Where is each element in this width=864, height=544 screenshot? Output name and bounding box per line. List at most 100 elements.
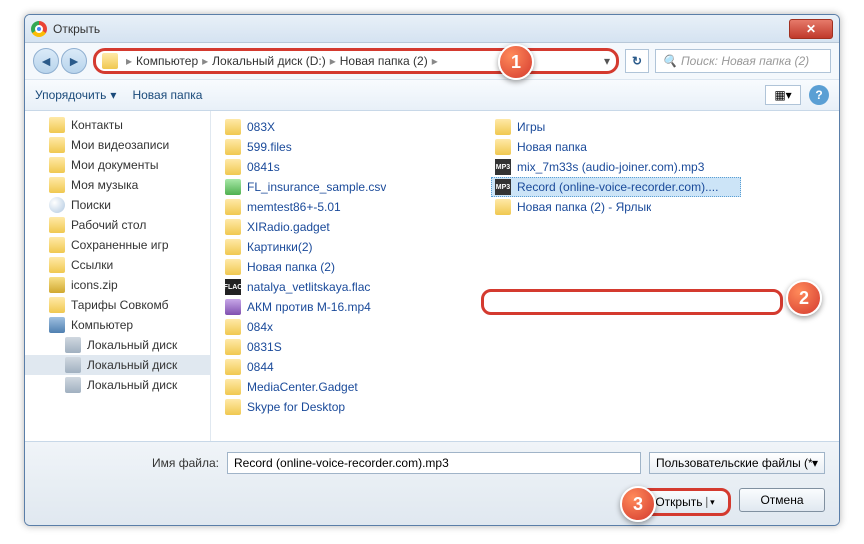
filename-input[interactable] <box>227 452 641 474</box>
folder-icon <box>49 117 65 133</box>
file-item[interactable]: 0831S <box>221 337 471 357</box>
sidebar-item[interactable]: Компьютер <box>25 315 210 335</box>
file-item[interactable]: 083X <box>221 117 471 137</box>
cancel-button[interactable]: Отмена <box>739 488 825 512</box>
folder-icon <box>225 239 241 255</box>
search-icon <box>49 197 65 213</box>
breadcrumb[interactable]: ▸ Компьютер ▸ Локальный диск (D:) ▸ Нова… <box>93 48 619 74</box>
nav-arrows: ◄ ► <box>33 48 87 74</box>
sidebar-item-label: Компьютер <box>71 318 133 332</box>
file-item[interactable]: MediaCenter.Gadget <box>221 377 471 397</box>
mp4-icon <box>225 299 241 315</box>
file-label: mix_7m33s (audio-joiner.com).mp3 <box>517 160 704 174</box>
breadcrumb-seg[interactable]: Локальный диск (D:) <box>212 54 326 68</box>
file-item[interactable]: memtest86+-5.01 <box>221 197 471 217</box>
file-label: 0831S <box>247 340 282 354</box>
breadcrumb-seg[interactable]: Новая папка (2) <box>340 54 428 68</box>
chevron-icon: ▸ <box>126 54 132 68</box>
sidebar-item-label: Локальный диск <box>87 378 177 392</box>
sidebar-item[interactable]: Локальный диск <box>25 335 210 355</box>
file-label: Новая папка (2) <box>247 260 335 274</box>
search-input[interactable]: 🔍 Поиск: Новая папка (2) <box>655 49 831 73</box>
file-item[interactable]: Новая папка (2) - Ярлык <box>491 197 741 217</box>
sidebar-item[interactable]: Локальный диск <box>25 355 210 375</box>
sidebar-item[interactable]: Сохраненные игр <box>25 235 210 255</box>
file-item[interactable]: 0844 <box>221 357 471 377</box>
file-item[interactable]: MP3 Record (online-voice-recorder.com)...… <box>491 177 741 197</box>
chrome-icon <box>31 21 47 37</box>
sidebar-item-label: Рабочий стол <box>71 218 146 232</box>
disk-icon <box>65 337 81 353</box>
sidebar-item-label: Поиски <box>71 198 111 212</box>
chevron-icon: ▸ <box>432 54 438 68</box>
back-button[interactable]: ◄ <box>33 48 59 74</box>
sidebar-item[interactable]: Мои документы <box>25 155 210 175</box>
help-button[interactable]: ? <box>809 85 829 105</box>
sidebar-item[interactable]: Контакты <box>25 115 210 135</box>
body: Контакты Мои видеозаписи Мои документы Моя … <box>25 111 839 441</box>
file-label: natalya_vetlitskaya.flac <box>247 280 370 294</box>
filetype-filter[interactable]: Пользовательские файлы (*.w ▾ <box>649 452 825 474</box>
callout-1: 1 <box>498 44 534 80</box>
file-item[interactable]: Skype for Desktop <box>221 397 471 417</box>
sidebar-item-label: Мои документы <box>71 158 158 172</box>
file-item[interactable]: 599.files <box>221 137 471 157</box>
sidebar-item-label: Мои видеозаписи <box>71 138 169 152</box>
refresh-button[interactable]: ↻ <box>625 49 649 73</box>
file-item[interactable]: MP3mix_7m33s (audio-joiner.com).mp3 <box>491 157 741 177</box>
file-item[interactable]: 084x <box>221 317 471 337</box>
file-pane[interactable]: 083X 599.files 0841s FL_insurance_sample.cs… <box>211 111 839 441</box>
folder-icon <box>225 119 241 135</box>
titlebar: Открыть ✕ <box>25 15 839 43</box>
disk-icon <box>65 377 81 393</box>
organize-menu[interactable]: Упорядочить ▾ <box>35 88 116 102</box>
chevron-icon: ▸ <box>202 54 208 68</box>
flac-icon: FLAC <box>225 279 241 295</box>
file-item[interactable]: FLAC natalya_vetlitskaya.flac <box>221 277 471 297</box>
sidebar-item[interactable]: icons.zip <box>25 275 210 295</box>
file-label: 084x <box>247 320 273 334</box>
navbar: ◄ ► ▸ Компьютер ▸ Локальный диск (D:) ▸ … <box>25 43 839 79</box>
file-label: FL_insurance_sample.csv <box>247 180 386 194</box>
close-button[interactable]: ✕ <box>789 19 833 39</box>
sidebar-item[interactable]: Локальный диск <box>25 375 210 395</box>
sidebar-item-label: Локальный диск <box>87 338 177 352</box>
sidebar-item-label: Сохраненные игр <box>71 238 169 252</box>
file-label: memtest86+-5.01 <box>247 200 341 214</box>
file-item[interactable]: Новая папка <box>491 137 741 157</box>
sidebar-item[interactable]: Рабочий стол <box>25 215 210 235</box>
view-button[interactable]: ▦▾ <box>765 85 801 105</box>
folder-icon <box>49 257 65 273</box>
file-label: Картинки(2) <box>247 240 313 254</box>
sidebar-item[interactable]: Мои видеозаписи <box>25 135 210 155</box>
sidebar-item[interactable]: Ссылки <box>25 255 210 275</box>
footer: Имя файла: Пользовательские файлы (*.w ▾… <box>25 441 839 525</box>
folder-icon <box>225 259 241 275</box>
mp3-icon: MP3 <box>495 179 511 195</box>
dropdown-icon[interactable]: ▾ <box>604 54 610 68</box>
forward-button[interactable]: ► <box>61 48 87 74</box>
file-item[interactable]: XIRadio.gadget <box>221 217 471 237</box>
folder-icon <box>49 157 65 173</box>
file-label: Skype for Desktop <box>247 400 345 414</box>
callout-3: 3 <box>620 486 656 522</box>
csv-icon <box>225 179 241 195</box>
file-item[interactable]: 0841s <box>221 157 471 177</box>
file-label: 0841s <box>247 160 280 174</box>
sidebar-item[interactable]: Тарифы Совкомб <box>25 295 210 315</box>
file-item[interactable]: Игры <box>491 117 741 137</box>
folder-icon <box>102 53 118 69</box>
sidebar-item[interactable]: Моя музыка <box>25 175 210 195</box>
folder-icon <box>225 139 241 155</box>
file-item[interactable]: АКМ против М-16.mp4 <box>221 297 471 317</box>
breadcrumb-seg[interactable]: Компьютер <box>136 54 198 68</box>
disk-icon <box>65 357 81 373</box>
file-label: 599.files <box>247 140 292 154</box>
file-item[interactable]: FL_insurance_sample.csv <box>221 177 471 197</box>
file-item[interactable]: Новая папка (2) <box>221 257 471 277</box>
file-label: Record (online-voice-recorder.com).... <box>517 180 718 194</box>
new-folder-button[interactable]: Новая папка <box>132 88 202 102</box>
file-item[interactable]: Картинки(2) <box>221 237 471 257</box>
folder-icon <box>495 139 511 155</box>
sidebar-item[interactable]: Поиски <box>25 195 210 215</box>
